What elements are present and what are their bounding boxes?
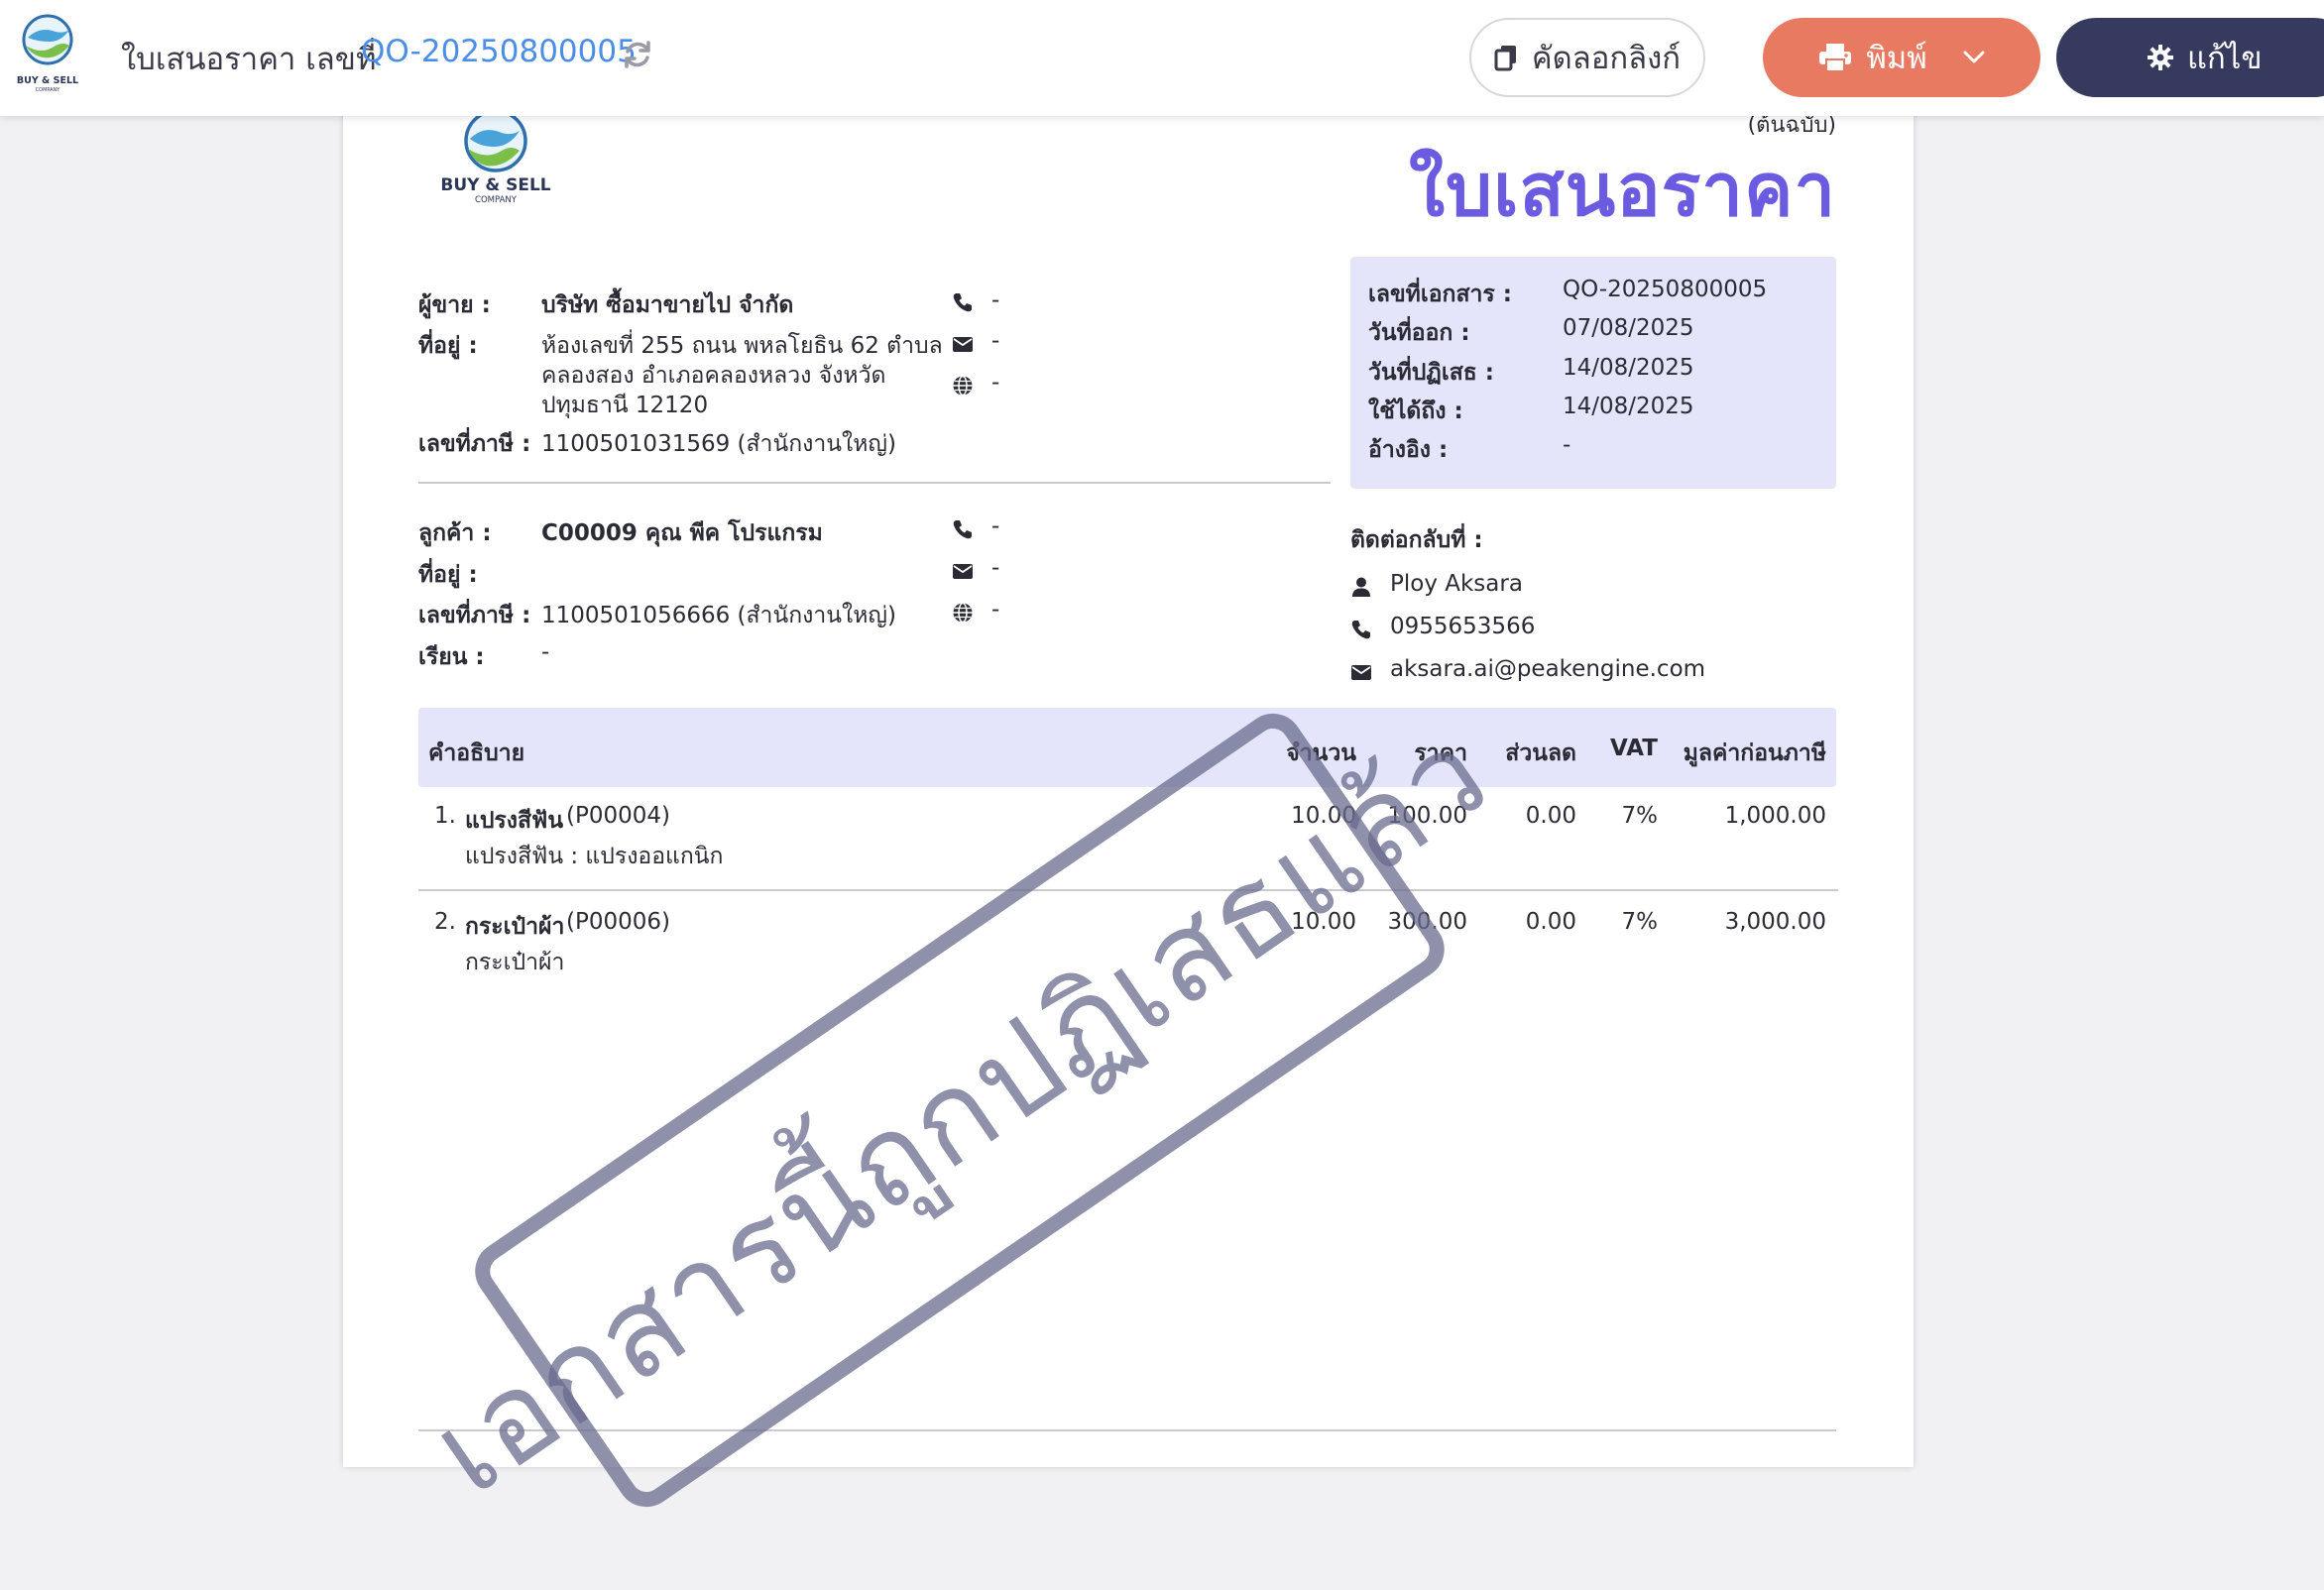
gear-icon — [2148, 45, 2173, 70]
seller-phone-icon — [953, 293, 972, 312]
svg-text:BUY & SELL: BUY & SELL — [440, 175, 550, 195]
document-number-link[interactable]: QO-20250800005 — [361, 34, 637, 69]
seller-name: บริษัท ซื้อมาขายไป จำกัด — [541, 292, 794, 318]
row-item-detail: กระเป๋าผ้า — [465, 950, 565, 975]
meta-reject-date: 14/08/2025 — [1563, 355, 1694, 381]
customer-phone-icon — [953, 520, 972, 539]
row-number: 2. — [434, 909, 456, 935]
customer-tax-label: เลขที่ภาษี : — [418, 603, 531, 628]
print-button[interactable]: พิมพ์ — [1763, 18, 2040, 97]
document-paper: BUY & SELL COMPANY (ต้นฉบับ) ใบเสนอราคา … — [343, 59, 1914, 1523]
meta-doc-no-label: เลขที่เอกสาร : — [1368, 282, 1512, 307]
copy-icon — [1494, 44, 1518, 71]
edit-label: แก้ไข — [2187, 41, 2263, 76]
seller-tax-id: 1100501031569 (สำนักงานใหญ่) — [541, 431, 896, 457]
row-vat: 7% — [1621, 803, 1659, 829]
row-discount: 0.00 — [1525, 909, 1576, 935]
seller-phone: - — [991, 287, 1000, 313]
customer-phone: - — [991, 513, 1000, 539]
customer-address-label: ที่อยู่ : — [418, 562, 478, 588]
copy-link-button[interactable]: คัดลอกลิงก์ — [1469, 18, 1705, 97]
contact-email: aksara.ai@peakengine.com — [1390, 656, 1706, 682]
row-amount: 1,000.00 — [1724, 803, 1826, 829]
contact-label: ติดต่อกลับที่ : — [1350, 527, 1483, 553]
meta-valid-label: ใช้ได้ถึง : — [1368, 398, 1463, 424]
seller-tax-label: เลขที่ภาษี : — [418, 431, 531, 457]
meta-valid-date: 14/08/2025 — [1563, 394, 1694, 419]
contact-email-icon — [1351, 665, 1371, 680]
customer-email-icon — [953, 564, 973, 579]
customer-label: ลูกค้า : — [418, 520, 492, 546]
row-discount: 0.00 — [1525, 803, 1576, 829]
company-logo[interactable]: BUY & SELL COMPANY — [12, 12, 83, 93]
seller-globe-icon — [953, 375, 973, 397]
print-label: พิมพ์ — [1866, 41, 1927, 76]
section-divider — [418, 482, 1331, 484]
contact-phone: 0955653566 — [1390, 614, 1536, 639]
row-item-code: (P00004) — [566, 803, 670, 829]
meta-doc-no: QO-20250800005 — [1563, 277, 1768, 302]
meta-issue-date: 07/08/2025 — [1563, 315, 1694, 341]
edit-button[interactable]: แก้ไข — [2056, 18, 2324, 97]
th-amount: มูลค่าก่อนภาษี — [1683, 740, 1826, 766]
row-item-detail: แปรงสีฟัน : แปรงออแกนิก — [465, 844, 724, 869]
customer-web: - — [991, 597, 1000, 623]
meta-ref-label: อ้างอิง : — [1368, 437, 1449, 463]
seller-email-icon — [953, 337, 973, 352]
th-vat: VAT — [1610, 736, 1658, 761]
contact-name: Ploy Aksara — [1390, 571, 1523, 597]
copy-link-label: คัดลอกลิงก์ — [1531, 41, 1682, 76]
seller-web: - — [991, 370, 1000, 396]
customer-attn-label: เรียน : — [418, 644, 485, 670]
th-discount: ส่วนลด — [1505, 740, 1576, 766]
row-item-name: กระเป๋าผ้า — [465, 914, 565, 940]
row-item-code: (P00006) — [566, 909, 670, 935]
refresh-icon[interactable] — [621, 38, 654, 71]
user-icon — [1352, 577, 1370, 597]
customer-attn: - — [541, 639, 550, 665]
document-logo: BUY & SELL COMPANY — [440, 109, 559, 214]
row-vat: 7% — [1621, 909, 1659, 935]
row-item-name: แปรงสีฟัน — [465, 808, 564, 834]
svg-text:COMPANY: COMPANY — [36, 87, 61, 93]
seller-label: ผู้ขาย : — [418, 292, 491, 318]
document-title: ใบเสนอราคา — [1409, 148, 1836, 233]
top-bar: BUY & SELL COMPANY ใบเสนอราคา เลขที่ QO-… — [0, 0, 2324, 116]
page-title: ใบเสนอราคา เลขที่ — [121, 42, 377, 77]
customer-globe-icon — [953, 602, 973, 624]
meta-issue-label: วันที่ออก : — [1368, 320, 1470, 346]
row-amount: 3,000.00 — [1724, 909, 1826, 935]
contact-phone-icon — [1351, 621, 1370, 639]
meta-ref: - — [1563, 432, 1571, 458]
document-meta-panel: เลขที่เอกสาร : QO-20250800005 วันที่ออก … — [1350, 257, 1836, 489]
meta-reject-label: วันที่ปฏิเสธ : — [1368, 360, 1494, 386]
customer-name: C00009 คุณ พีค โปรแกรม — [541, 520, 823, 546]
svg-text:COMPANY: COMPANY — [475, 195, 518, 205]
seller-address-line3: ปทุมธานี 12120 — [541, 393, 709, 418]
seller-email: - — [991, 328, 1000, 354]
customer-tax-id: 1100501056666 (สำนักงานใหญ่) — [541, 603, 896, 628]
svg-text:BUY & SELL: BUY & SELL — [17, 75, 78, 86]
printer-icon — [1818, 43, 1852, 72]
customer-email: - — [991, 555, 1000, 581]
table-header: คำอธิบาย จำนวน ราคา ส่วนลด VAT มูลค่าก่อ… — [418, 708, 1836, 787]
chevron-down-icon[interactable] — [1963, 51, 1985, 64]
th-description: คำอธิบาย — [428, 740, 525, 766]
row-number: 1. — [434, 803, 456, 829]
seller-address-label: ที่อยู่ : — [418, 333, 478, 359]
